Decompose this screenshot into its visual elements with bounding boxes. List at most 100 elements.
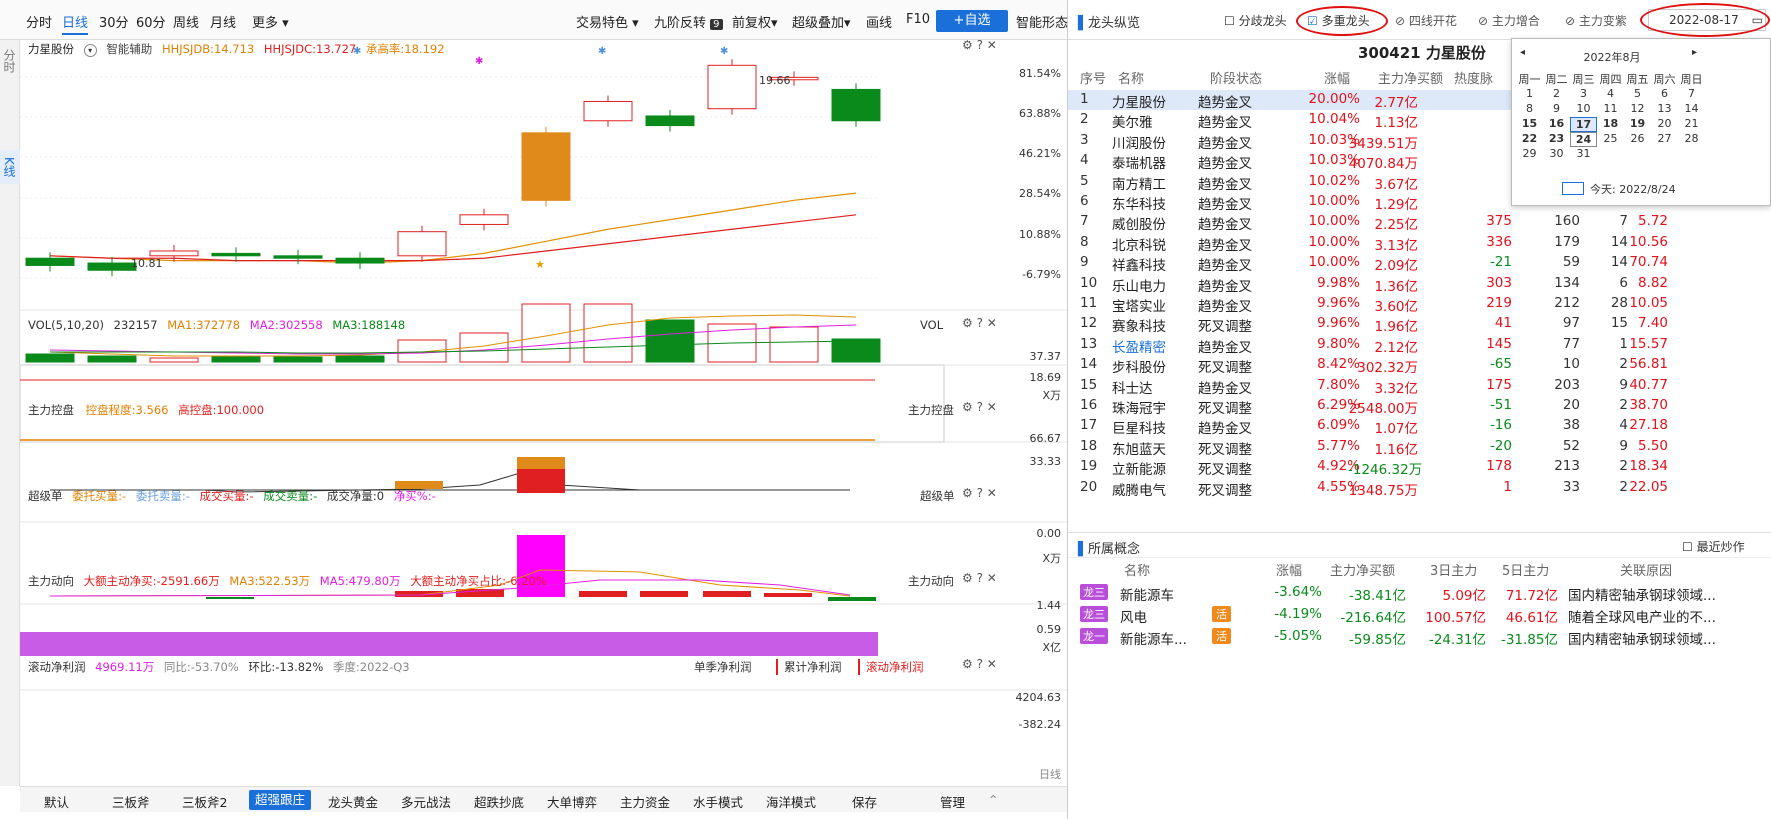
menu-draw[interactable]: 画线 xyxy=(866,12,892,31)
menu-smart-shape[interactable]: 智能形态 xyxy=(1016,12,1068,31)
panel-controls[interactable]: ⚙ ? ✕ xyxy=(962,657,997,671)
menu-f10[interactable]: F10 xyxy=(906,12,930,27)
table-row[interactable]: 12 赛象科技 死叉调整 9.96% 1.96亿 41 97 15 7.40 xyxy=(1068,314,1771,335)
tab-weekly[interactable]: 周线 xyxy=(173,12,199,31)
profit-btn-rolling[interactable]: 滚动净利润 xyxy=(858,659,924,675)
panel-controls[interactable]: ⚙ ? ✕ xyxy=(962,571,997,585)
table-row[interactable]: 10 乐山电力 趋势金叉 9.98% 1.36亿 303 134 6 8.82 xyxy=(1068,274,1771,295)
calendar-day[interactable]: 9 xyxy=(1543,102,1570,115)
check-four-lines[interactable]: ⊘ 四线开花 xyxy=(1395,12,1457,29)
table-row[interactable]: 17 巨星科技 趋势金叉 6.09% 1.07亿 -16 38 4 27.18 xyxy=(1068,416,1771,437)
concept-row[interactable]: 龙一 新能源车... 活 -5.05% -59.85亿 -24.31亿 -31.85亿 国内精… xyxy=(1068,626,1771,648)
table-cell: 新能源车 xyxy=(1120,588,1174,604)
calendar-day[interactable]: 18 xyxy=(1597,117,1624,130)
menu-trade-feature[interactable]: 交易特色 ▾ xyxy=(576,12,639,31)
tab-multi[interactable]: 多元战法 xyxy=(401,792,451,811)
calendar-day[interactable]: 24 xyxy=(1570,132,1597,147)
calendar-day[interactable]: 29 xyxy=(1516,147,1543,160)
tab-main-fund[interactable]: 主力资金 xyxy=(620,792,670,811)
concept-row[interactable]: 龙三 风电 活 -4.19% -216.64亿 100.57亿 46.61亿 随着全球风电产业… xyxy=(1068,604,1771,626)
check-recent-hype[interactable]: ☐ 最近炒作 xyxy=(1682,538,1745,555)
tab-default[interactable]: 默认 xyxy=(44,792,69,811)
tab-fenshi[interactable]: 分时 xyxy=(26,12,52,31)
today-box xyxy=(1562,182,1584,195)
concept-row[interactable]: 龙三 新能源车 -3.64% -38.41亿 5.09亿 71.72亿 国内精密轴承钢球领域… xyxy=(1068,582,1771,604)
calendar-day[interactable]: 17 xyxy=(1570,117,1597,132)
menu-fuquan[interactable]: 前复权▾ xyxy=(732,12,778,31)
calendar-day[interactable]: 22 xyxy=(1516,132,1543,145)
calendar-day[interactable]: 20 xyxy=(1651,117,1678,130)
tab-manage[interactable]: 管理 xyxy=(940,792,965,811)
y-label: 63.88% xyxy=(1019,107,1061,120)
menu-overlay[interactable]: 超级叠加▾ xyxy=(792,12,851,31)
calendar-day[interactable]: 6 xyxy=(1651,87,1678,100)
calendar-day[interactable]: 15 xyxy=(1516,117,1543,130)
calendar-day[interactable]: 16 xyxy=(1543,117,1570,130)
calendar-day[interactable]: 11 xyxy=(1597,102,1624,115)
panel-controls[interactable]: ⚙ ? ✕ xyxy=(962,486,997,500)
table-row[interactable]: 7 威创股份 趋势金叉 10.00% 2.25亿 375 160 7 5.72 xyxy=(1068,212,1771,233)
tab-dragon-gold[interactable]: 龙头黄金 xyxy=(328,792,378,811)
calendar-day[interactable]: 5 xyxy=(1624,87,1651,100)
profit-btn-cum[interactable]: 累计净利润 xyxy=(776,659,842,675)
calendar-day[interactable]: 7 xyxy=(1678,87,1705,100)
tab-oversold[interactable]: 超跌抄底 xyxy=(474,792,524,811)
table-row[interactable]: 18 东旭蓝天 死叉调整 5.77% 1.16亿 -20 52 9 5.50 xyxy=(1068,437,1771,458)
calendar-day[interactable]: 26 xyxy=(1624,132,1651,145)
tab-daily[interactable]: 日线 xyxy=(62,12,89,35)
calendar-day[interactable]: 8 xyxy=(1516,102,1543,115)
calendar-day[interactable]: 31 xyxy=(1570,147,1597,160)
tab-super-follow[interactable]: 超强跟庄 xyxy=(249,790,312,810)
tab-ocean[interactable]: 海洋模式 xyxy=(766,792,816,811)
tab-sanbanfu[interactable]: 三板斧 xyxy=(112,792,150,811)
table-row[interactable]: 9 祥鑫科技 趋势金叉 10.00% 2.09亿 -21 59 14 70.74 xyxy=(1068,253,1771,274)
calendar-day[interactable]: 21 xyxy=(1678,117,1705,130)
tab-save[interactable]: 保存 xyxy=(852,792,877,811)
add-favorite-button[interactable]: +自选 xyxy=(936,10,1008,32)
calendar-day[interactable]: 3 xyxy=(1570,87,1597,100)
tab-60min[interactable]: 60分 xyxy=(136,12,166,31)
tab-sailor[interactable]: 水手模式 xyxy=(693,792,743,811)
table-row[interactable]: 19 立新能源 死叉调整 4.92% -1246.32万 178 213 2 18.34 xyxy=(1068,457,1771,478)
calendar-day[interactable]: 27 xyxy=(1651,132,1678,145)
today-label[interactable]: 今天: 2022/8/24 xyxy=(1590,181,1676,197)
table-row[interactable]: 14 步科股份 死叉调整 8.42% 302.32万 -65 10 2 56.81 xyxy=(1068,355,1771,376)
table-row[interactable]: 13 长盈精密 趋势金叉 9.80% 2.12亿 145 77 1 15.57 xyxy=(1068,335,1771,356)
tab-bigorder[interactable]: 大单博弈 xyxy=(547,792,597,811)
table-row[interactable]: 20 威腾电气 死叉调整 4.55% 1348.75万 1 33 2 22.05 xyxy=(1068,478,1771,499)
profit-btn-quarter[interactable]: 单季净利润 xyxy=(694,659,752,675)
calendar-day[interactable]: 25 xyxy=(1597,132,1624,145)
panel-controls[interactable]: ⚙ ? ✕ xyxy=(962,400,997,414)
tab-30min[interactable]: 30分 xyxy=(99,12,129,31)
calendar-day[interactable]: 2 xyxy=(1543,87,1570,100)
check-main-increase[interactable]: ⊘ 主力增合 xyxy=(1478,12,1540,29)
next-month-icon[interactable]: ▸ xyxy=(1692,47,1697,58)
panel-controls[interactable]: ⚙ ? ✕ xyxy=(962,316,997,330)
table-row[interactable]: 11 宝塔实业 趋势金叉 9.96% 3.60亿 219 212 28 10.05 xyxy=(1068,294,1771,315)
calendar-day[interactable]: 30 xyxy=(1543,147,1570,160)
table-cell: 东华科技 xyxy=(1112,197,1166,213)
table-row[interactable]: 8 北京科锐 趋势金叉 10.00% 3.13亿 336 179 14 10.56 xyxy=(1068,233,1771,254)
calendar-day[interactable]: 19 xyxy=(1624,117,1651,130)
calendar-day[interactable]: 13 xyxy=(1651,102,1678,115)
calendar-day[interactable]: 10 xyxy=(1570,102,1597,115)
table-cell: 3.32亿 xyxy=(1374,380,1418,397)
calendar-day[interactable]: 4 xyxy=(1597,87,1624,100)
calendar-day[interactable]: 28 xyxy=(1678,132,1705,145)
menu-nine-reverse[interactable]: 九阶反转 9 xyxy=(654,12,723,31)
tab-more[interactable]: 更多 ▾ xyxy=(252,12,289,31)
side-tab-time[interactable]: 分时 xyxy=(0,44,20,78)
calendar-day[interactable]: 1 xyxy=(1516,87,1543,100)
tab-sanbanfu2[interactable]: 三板斧2 xyxy=(182,792,227,811)
collapse-icon[interactable]: ⌃ xyxy=(988,792,998,807)
side-tab-kline[interactable]: K线 xyxy=(0,150,20,184)
check-divergent[interactable]: ☐ 分歧龙头 xyxy=(1224,12,1287,29)
check-main-purple[interactable]: ⊘ 主力变紫 xyxy=(1565,12,1627,29)
table-row[interactable]: 15 科士达 趋势金叉 7.80% 3.32亿 175 203 9 40.77 xyxy=(1068,376,1771,397)
calendar-day[interactable]: 12 xyxy=(1624,102,1651,115)
tab-monthly[interactable]: 月线 xyxy=(210,12,236,31)
table-row[interactable]: 16 珠海冠宇 死叉调整 6.29% 2548.00万 -51 20 2 38.70 xyxy=(1068,396,1771,417)
marker-icon: ✱ xyxy=(475,56,483,67)
calendar-day[interactable]: 14 xyxy=(1678,102,1705,115)
calendar-day[interactable]: 23 xyxy=(1543,132,1570,145)
